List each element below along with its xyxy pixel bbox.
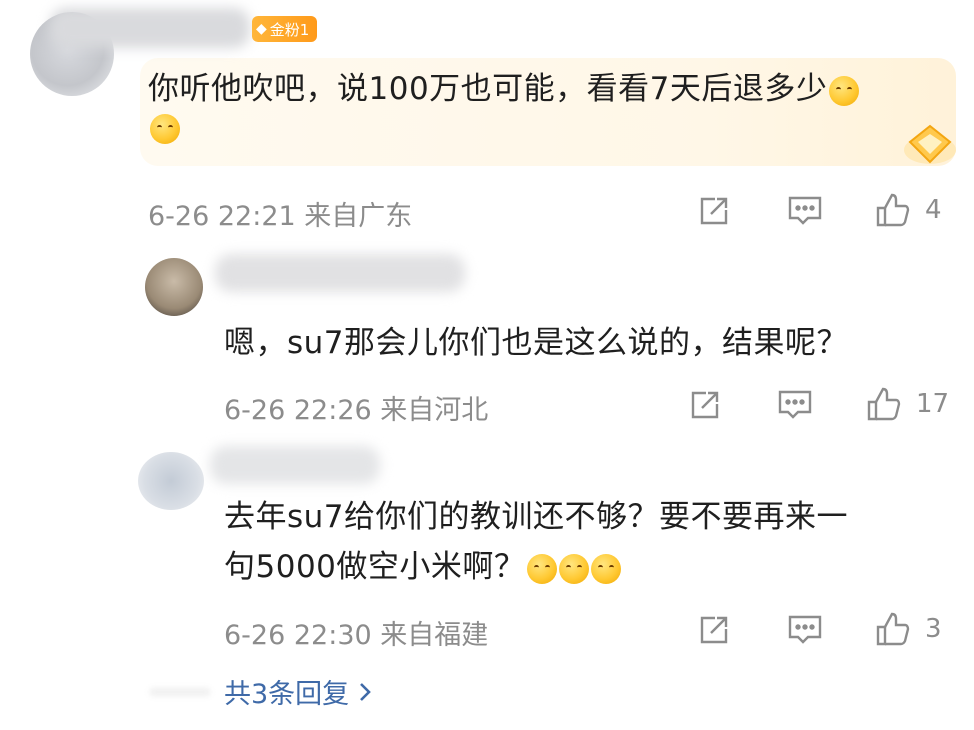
like-icon bbox=[876, 193, 910, 227]
comment-text: 嗯，su7那会儿你们也是这么说的，结果呢？ bbox=[224, 325, 849, 361]
blurred-divider bbox=[150, 688, 210, 696]
share-icon bbox=[700, 616, 728, 644]
share-button[interactable] bbox=[697, 194, 731, 228]
username-blurred[interactable] bbox=[50, 8, 250, 48]
like-button[interactable]: 4 bbox=[875, 192, 942, 228]
share-button[interactable] bbox=[697, 613, 731, 647]
fan-badge[interactable]: ◆ 金粉1 bbox=[252, 16, 318, 42]
comment-meta: 6-26 22:26 来自河北 bbox=[224, 395, 489, 426]
comment-meta: 6-26 22:30 来自福建 bbox=[224, 620, 489, 651]
like-button[interactable]: 3 bbox=[875, 611, 942, 647]
fan-badge-label: 金粉1 bbox=[269, 20, 310, 39]
like-count: 17 bbox=[916, 389, 950, 419]
comment-text: 去年su7给你们的教训还不够？要不要再来一 bbox=[224, 499, 849, 535]
comment-icon bbox=[788, 196, 822, 225]
username-blurred[interactable] bbox=[210, 446, 380, 484]
like-icon bbox=[876, 612, 910, 646]
diamond-icon: ◆ bbox=[256, 21, 267, 37]
emoji-icon bbox=[591, 553, 622, 584]
comment-button[interactable] bbox=[786, 613, 824, 647]
username-blurred[interactable] bbox=[215, 254, 465, 292]
like-count: 4 bbox=[925, 195, 942, 225]
share-button[interactable] bbox=[688, 388, 722, 422]
like-button[interactable]: 17 bbox=[866, 386, 949, 422]
comment-icon bbox=[778, 390, 812, 419]
comment-meta: 6-26 22:21 来自广东 bbox=[148, 201, 413, 232]
share-icon bbox=[700, 197, 728, 225]
like-icon bbox=[867, 387, 901, 421]
comment-text-line-2: 句5000做空小米啊？ bbox=[224, 542, 622, 592]
view-replies-link[interactable]: 共3条回复 bbox=[224, 672, 373, 711]
comment-text-line-2 bbox=[148, 114, 180, 144]
view-replies-label: 共3条回复 bbox=[224, 679, 350, 710]
avatar[interactable] bbox=[145, 258, 203, 316]
crown-badge-icon bbox=[900, 120, 960, 168]
chevron-right-icon bbox=[360, 682, 372, 701]
like-count: 3 bbox=[925, 614, 942, 644]
emoji-icon bbox=[559, 553, 590, 584]
comment-icon bbox=[788, 615, 822, 644]
comment-button[interactable] bbox=[776, 388, 814, 422]
emoji-icon bbox=[527, 553, 558, 584]
comment-button[interactable] bbox=[786, 194, 824, 228]
share-icon bbox=[691, 391, 719, 419]
avatar[interactable] bbox=[138, 452, 204, 510]
emoji-icon bbox=[150, 114, 180, 144]
comment-text: 你听他吹吧，说100万也可能，看看7天后退多少 bbox=[148, 64, 860, 114]
emoji-icon bbox=[829, 75, 860, 106]
